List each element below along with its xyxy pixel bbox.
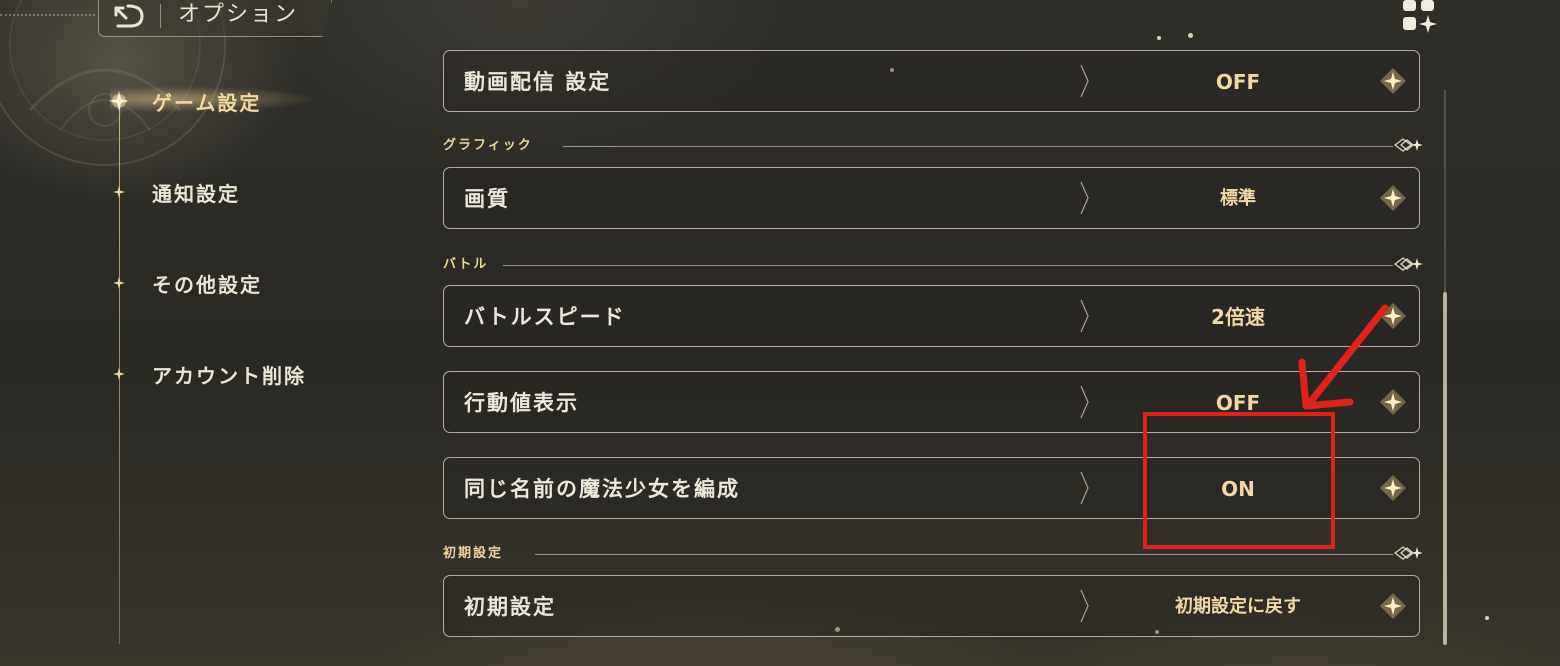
section-title: バトル xyxy=(443,257,489,272)
diamond-sparkle-icon[interactable] xyxy=(1379,474,1407,502)
back-return-icon[interactable] xyxy=(112,2,146,30)
star-icon xyxy=(113,368,125,380)
setting-label: バトルスピード xyxy=(464,305,626,329)
page-title: オプション xyxy=(178,2,299,27)
options-screen: オプション ゲーム設定 通知設定 その他設定 アカウント削除 動画配信 設定 O… xyxy=(0,0,1560,666)
active-star-icon xyxy=(109,91,129,111)
section-header-battle: バトル xyxy=(443,256,1423,274)
setting-value: OFF xyxy=(1215,70,1261,94)
setting-label: 同じ名前の魔法少女を編成 xyxy=(464,477,740,501)
sidebar-item-other-settings[interactable]: その他設定 xyxy=(108,268,262,298)
row-divider xyxy=(1080,64,1089,98)
section-rule xyxy=(563,146,1393,147)
diamond-sparkle-icon[interactable] xyxy=(1379,184,1407,212)
setting-label: 動画配信 設定 xyxy=(464,70,612,94)
sidebar-item-label: ゲーム設定 xyxy=(152,90,262,115)
grid-menu-icon[interactable] xyxy=(1401,0,1439,34)
sidebar-item-notification-settings[interactable]: 通知設定 xyxy=(108,177,240,207)
star-icon xyxy=(113,186,125,198)
ornament-flourish-icon xyxy=(1393,546,1423,560)
sparkle xyxy=(1188,33,1193,38)
ornament-flourish-icon xyxy=(1393,138,1423,152)
sidebar-item-delete-account[interactable]: アカウント削除 xyxy=(108,359,306,389)
diamond-sparkle-icon[interactable] xyxy=(1379,592,1407,620)
sparkle xyxy=(1157,36,1161,40)
sidebar-item-game-settings[interactable]: ゲーム設定 xyxy=(108,86,261,116)
sparkle xyxy=(1485,616,1489,620)
sidebar-item-label: アカウント削除 xyxy=(152,363,306,388)
section-title: 初期設定 xyxy=(443,546,504,561)
section-rule xyxy=(503,265,1393,266)
setting-label: 初期設定 xyxy=(464,595,556,619)
row-divider xyxy=(1080,471,1089,505)
dotted-ornament xyxy=(0,14,95,18)
diamond-sparkle-icon[interactable] xyxy=(1379,67,1407,95)
ornament-flourish-icon xyxy=(1393,257,1423,271)
setting-label: 画質 xyxy=(464,187,510,211)
setting-value: 標準 xyxy=(1220,188,1256,209)
section-rule xyxy=(535,554,1393,555)
title-separator xyxy=(160,4,161,28)
annotation-arrow-icon xyxy=(1298,304,1389,410)
row-divider xyxy=(1080,385,1089,419)
section-header-graphics: グラフィック xyxy=(443,137,1423,155)
setting-row-streaming[interactable]: 動画配信 設定 OFF xyxy=(443,50,1420,112)
setting-row-graphics-quality[interactable]: 画質 標準 xyxy=(443,167,1420,229)
setting-row-battle-speed[interactable]: バトルスピード 2倍速 xyxy=(443,285,1420,347)
sidebar-item-label: 通知設定 xyxy=(152,181,240,206)
sidebar-item-label: その他設定 xyxy=(152,272,262,297)
row-divider xyxy=(1080,299,1089,333)
reset-defaults-button[interactable]: 初期設定に戻す xyxy=(1090,576,1386,638)
top-bar: オプション xyxy=(0,0,340,40)
setting-label: 行動値表示 xyxy=(464,391,579,415)
annotation-highlight-box xyxy=(1143,412,1335,549)
row-divider xyxy=(1080,589,1089,623)
star-icon xyxy=(113,277,125,289)
setting-row-reset-defaults[interactable]: 初期設定 初期設定に戻す xyxy=(443,575,1420,637)
section-title: グラフィック xyxy=(443,138,533,153)
scrollbar-thumb[interactable] xyxy=(1443,292,1447,645)
row-divider xyxy=(1080,181,1089,215)
